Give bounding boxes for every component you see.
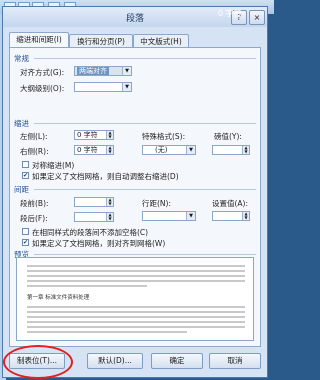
chevron-down-icon: ▼: [122, 83, 131, 91]
spinner-icon[interactable]: ▲ ▼: [106, 213, 113, 221]
divider: [34, 189, 256, 190]
spinner-icon[interactable]: ▲ ▼: [106, 198, 113, 206]
divider: [34, 58, 256, 59]
space-after-label: 段后(F):: [20, 214, 48, 223]
chevron-down-icon: ▼: [186, 146, 195, 154]
tab-panel: 常规 对齐方式(G): 两端对齐 ▼ 大纲级别(O): ▼ 缩进 左侧(L): …: [9, 47, 261, 347]
outline-label: 大纲级别(O):: [20, 84, 65, 93]
mirror-indent-label: 对称缩进(M): [32, 161, 75, 170]
cancel-button[interactable]: 取消: [209, 353, 261, 369]
section-general: 常规: [14, 54, 29, 63]
indent-by-label: 磅值(Y):: [214, 132, 242, 141]
outline-select[interactable]: ▼: [74, 82, 132, 92]
spinner-icon[interactable]: ▲ ▼: [242, 146, 249, 154]
space-before-input[interactable]: ▲ ▼: [74, 197, 114, 207]
preview-line: [27, 270, 245, 272]
preview-box: 第一章 标准文件资料处理: [16, 257, 254, 341]
space-after-input[interactable]: ▲ ▼: [74, 212, 114, 222]
spacing-at-input[interactable]: ▲ ▼: [212, 211, 250, 221]
preview-line: [27, 331, 187, 333]
preview-line: [27, 326, 245, 328]
close-button[interactable]: ×: [249, 10, 265, 25]
preview-line: [27, 311, 245, 313]
mirror-indent-checkbox[interactable]: [22, 161, 29, 168]
indent-right-label: 右侧(R):: [20, 147, 49, 156]
indent-left-label: 左侧(L):: [20, 132, 48, 141]
alignment-select[interactable]: 两端对齐 ▼: [74, 66, 132, 76]
snap-to-grid-label: 如果定义了文档网格，则对齐到网格(W): [32, 239, 166, 248]
line-spacing-select[interactable]: ▼: [142, 211, 196, 221]
preview-line: [27, 280, 245, 282]
line-spacing-label: 行距(N):: [142, 199, 171, 208]
special-indent-label: 特殊格式(S):: [142, 132, 186, 141]
alignment-value: 两端对齐: [77, 67, 109, 75]
divider: [34, 254, 256, 255]
ok-button[interactable]: 确定: [151, 353, 203, 369]
indent-by-input[interactable]: ▲ ▼: [212, 145, 250, 155]
tab-asian-typography[interactable]: 中文版式(H): [133, 34, 189, 48]
preview-line: [27, 306, 245, 308]
tab-indent-spacing[interactable]: 缩进和间距(I): [9, 32, 69, 48]
auto-adjust-indent-label: 如果定义了文档网格，则自动调整右缩进(D): [32, 172, 179, 181]
special-indent-select[interactable]: (无) ▼: [142, 145, 196, 155]
special-indent-value: (无): [155, 146, 168, 154]
paragraph-dialog: 段落 ? × 缩进和间距(I) 换行和分页(P) 中文版式(H) 常规 对齐方式…: [2, 6, 268, 379]
preview-line: [27, 316, 245, 318]
divider: [34, 123, 256, 124]
preview-line: [27, 321, 245, 323]
preview-line: [27, 285, 147, 287]
spacing-at-label: 设置值(A):: [212, 199, 249, 208]
indent-left-input[interactable]: 0 字符 ▲ ▼: [74, 130, 114, 140]
chevron-down-icon: ▼: [186, 212, 195, 220]
snap-to-grid-checkbox[interactable]: ✔: [22, 239, 29, 246]
section-spacing: 间距: [14, 185, 29, 194]
spinner-icon[interactable]: ▲ ▼: [106, 146, 113, 154]
indent-left-value: 0 字符: [77, 131, 98, 139]
chevron-down-icon: ▼: [122, 67, 131, 75]
indent-right-input[interactable]: 0 字符 ▲ ▼: [74, 145, 114, 155]
spinner-icon[interactable]: ▲ ▼: [106, 131, 113, 139]
alignment-label: 对齐方式(G):: [20, 68, 65, 77]
auto-adjust-indent-checkbox[interactable]: ✔: [22, 172, 29, 179]
no-space-same-style-checkbox[interactable]: [22, 228, 29, 235]
background-indent-value: 0 字符: [218, 9, 242, 18]
indent-right-value: 0 字符: [77, 146, 98, 154]
no-space-same-style-label: 在相同样式的段落间不添加空格(C): [32, 228, 149, 237]
default-button[interactable]: 默认(D)...: [87, 353, 143, 369]
tab-line-page-breaks[interactable]: 换行和分页(P): [69, 34, 133, 48]
preview-line: [27, 265, 245, 267]
space-before-label: 段前(B):: [20, 199, 49, 208]
section-indent: 缩进: [14, 119, 29, 128]
spinner-icon[interactable]: ▲ ▼: [242, 212, 249, 220]
tabs-button[interactable]: 制表位(T)...: [9, 353, 65, 369]
preview-sample-text: 第一章 标准文件资料处理: [27, 295, 90, 301]
preview-line: [27, 275, 245, 277]
